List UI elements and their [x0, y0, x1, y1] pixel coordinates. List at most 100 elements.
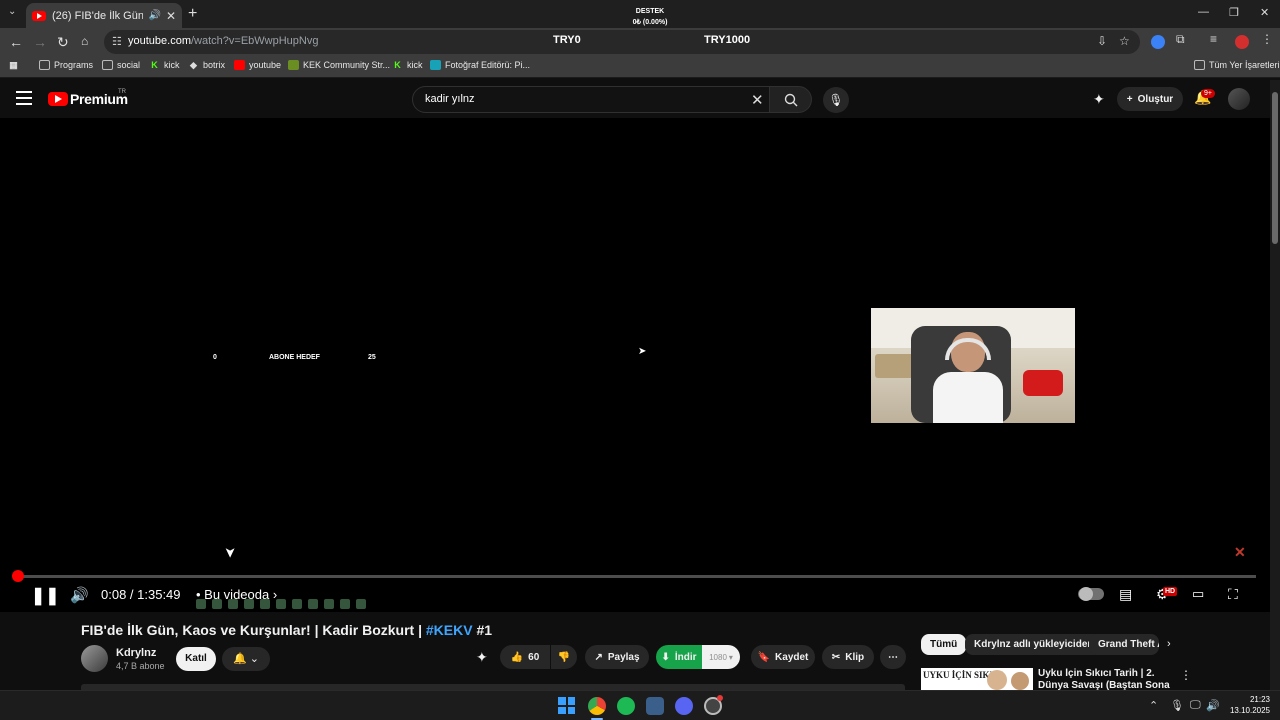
chip-all[interactable]: Tümü — [921, 634, 967, 655]
gif-icon[interactable]: ✦ — [476, 649, 488, 666]
url-text[interactable]: youtube.com/watch?v=EbWwpHupNvg — [128, 35, 318, 47]
mouse-cursor-icon: ➤ — [638, 346, 647, 357]
channel-name[interactable]: Kdrylnz — [116, 647, 156, 659]
restore-icon[interactable]: ❐ — [1229, 6, 1239, 19]
site-info-icon[interactable]: ☷ — [112, 35, 122, 48]
chip-gta[interactable]: Grand Theft A — [1089, 634, 1159, 655]
subtitles-icon[interactable]: ▤ — [1119, 586, 1132, 603]
video-player[interactable]: 0 ABONE HEDEF 25 ➤ — [0, 118, 1270, 612]
pause-icon[interactable]: ❚❚ — [31, 586, 60, 606]
bookmark-star-icon[interactable]: ☆ — [1119, 34, 1130, 48]
bookmark-link[interactable]: Fotoğraf Editörü: Pi... — [430, 60, 530, 70]
browser-menu-icon[interactable]: ⋮ — [1261, 32, 1273, 46]
network-icon[interactable]: 🖵 — [1190, 699, 1201, 712]
stream-logo-icon: ✕ — [1234, 544, 1246, 560]
folder-icon — [39, 60, 50, 70]
media-control-icon[interactable]: ≡ — [1210, 32, 1217, 46]
tab-close-icon[interactable]: ✕ — [166, 9, 176, 23]
account-avatar[interactable] — [1228, 88, 1250, 110]
recommended-title[interactable]: Uyku İçin Sıkıcı Tarih | 2. Dünya Savaşı… — [1038, 668, 1178, 690]
windows-start-icon[interactable] — [558, 697, 575, 714]
search-input[interactable]: kadir yılnz — [425, 93, 475, 105]
photo-editor-icon — [430, 60, 441, 70]
bookmark-folder[interactable]: Programs — [39, 60, 93, 70]
tray-chevron-icon[interactable]: ⌃ — [1149, 699, 1158, 712]
reload-icon[interactable]: ↻ — [57, 34, 69, 51]
overlay-try-right: TRY1000 — [704, 34, 751, 46]
folder-icon — [1194, 60, 1205, 70]
microphone-icon[interactable]: 🎙 — [1170, 699, 1184, 712]
minimize-icon[interactable]: — — [1198, 6, 1209, 18]
time-display: 0:08 / 1:35:49 — [101, 587, 181, 602]
chrome-icon[interactable] — [588, 697, 606, 715]
clear-search-icon[interactable]: ✕ — [751, 91, 764, 109]
thumbs-down-icon: 👎 — [557, 651, 571, 663]
youtube-logo-icon[interactable] — [48, 92, 68, 106]
kick-icon: K — [394, 60, 401, 70]
download-quality-select[interactable]: 1080 ▾ — [702, 645, 740, 669]
all-bookmarks[interactable]: Tüm Yer İşaretleri — [1194, 60, 1280, 70]
share-button[interactable]: ↗ Paylaş — [585, 645, 649, 669]
subscriber-count: 4,7 B abone — [116, 661, 165, 671]
back-icon[interactable]: ← — [9, 34, 23, 50]
apps-grid-icon[interactable]: ▦ — [8, 60, 23, 70]
profile-avatar[interactable] — [1235, 35, 1249, 49]
taskbar-clock[interactable]: 21:23 13.10.2025 — [1222, 694, 1270, 716]
address-bar[interactable]: ☷ youtube.com/watch?v=EbWwpHupNvg TRY0 T… — [104, 30, 1140, 54]
search-box[interactable]: kadir yılnz ✕ — [412, 86, 770, 113]
channel-avatar[interactable] — [81, 645, 108, 672]
progress-bar[interactable] — [16, 575, 1256, 578]
tab-audio-icon[interactable]: 🔊 — [148, 10, 160, 21]
browser-tab[interactable]: (26) FIB'de İlk Gün, Kaos ve 🔊 ✕ — [26, 3, 182, 28]
bookmark-link[interactable]: youtube — [234, 60, 281, 70]
forward-icon[interactable]: → — [33, 34, 47, 50]
thumbs-up-icon: 👍 — [510, 651, 524, 663]
install-app-icon[interactable]: ⇩ — [1097, 34, 1107, 48]
join-button[interactable]: Katıl — [176, 647, 216, 671]
hd-badge: HD — [1163, 587, 1178, 596]
home-icon[interactable]: ⌂ — [81, 34, 88, 48]
theater-mode-icon[interactable]: ▭ — [1192, 586, 1204, 602]
download-button[interactable]: ⬇ İndir — [656, 645, 702, 669]
tab-search-chevron-icon[interactable]: ⌄ — [8, 6, 16, 17]
bookmark-link[interactable]: ◆ botrix — [188, 60, 225, 70]
voice-search-icon[interactable]: 🎙 — [823, 87, 849, 113]
speaker-icon[interactable]: 🔊 — [1206, 699, 1220, 712]
more-actions-button[interactable]: ⋯ — [880, 645, 906, 669]
chip-uploader[interactable]: Kdrylnz adlı yükleyiciden — [965, 634, 1103, 655]
overlay-goal-sub: 0₺ (0.00%) — [632, 19, 668, 26]
scrubber-handle[interactable] — [12, 570, 24, 582]
chips-next-icon[interactable]: › — [1167, 638, 1171, 650]
subscription-bell-button[interactable]: 🔔 ⌄ — [222, 647, 270, 671]
window-close-icon[interactable]: ✕ — [1260, 6, 1269, 19]
volume-icon[interactable]: 🔊 — [70, 586, 89, 604]
discord-icon[interactable] — [675, 697, 693, 715]
clip-button[interactable]: ✂ Klip — [822, 645, 874, 669]
menu-icon[interactable] — [16, 91, 32, 109]
page-scrollbar[interactable] — [1270, 80, 1280, 690]
extension-icon[interactable] — [1151, 35, 1165, 49]
scrollbar-thumb[interactable] — [1272, 92, 1278, 244]
caret-down-icon: ▾ — [728, 652, 733, 662]
bookmark-folder[interactable]: social — [102, 60, 140, 70]
search-button[interactable] — [770, 86, 812, 113]
overlay-try-left: TRY0 — [553, 34, 581, 46]
fullscreen-icon[interactable]: ⛶ — [1228, 586, 1238, 603]
recommended-menu-icon[interactable]: ⋮ — [1180, 668, 1192, 682]
save-button[interactable]: 🔖 Kaydet — [751, 645, 815, 669]
bookmark-link[interactable]: Kkick — [149, 60, 179, 70]
create-button[interactable]: + Oluştur — [1117, 87, 1183, 111]
recommended-thumbnail[interactable]: UYKU İÇİN SIKICI — [921, 668, 1033, 690]
recording-dot-icon — [717, 695, 723, 701]
autoplay-toggle[interactable] — [1078, 587, 1104, 601]
gif-extension-icon[interactable]: ✦ — [1093, 91, 1105, 108]
bookmark-link[interactable]: Kkick — [392, 60, 422, 70]
bookmark-link[interactable]: KEK Community Str... — [288, 60, 390, 70]
like-button[interactable]: 👍 60 — [500, 645, 550, 669]
hashtag-link[interactable]: #KEKV — [426, 622, 473, 638]
dislike-button[interactable]: 👎 — [551, 645, 577, 669]
extensions-puzzle-icon[interactable]: ⧉ — [1176, 32, 1185, 47]
spotify-icon[interactable] — [617, 697, 635, 715]
app-icon[interactable] — [646, 697, 664, 715]
new-tab-button[interactable]: + — [188, 5, 197, 23]
